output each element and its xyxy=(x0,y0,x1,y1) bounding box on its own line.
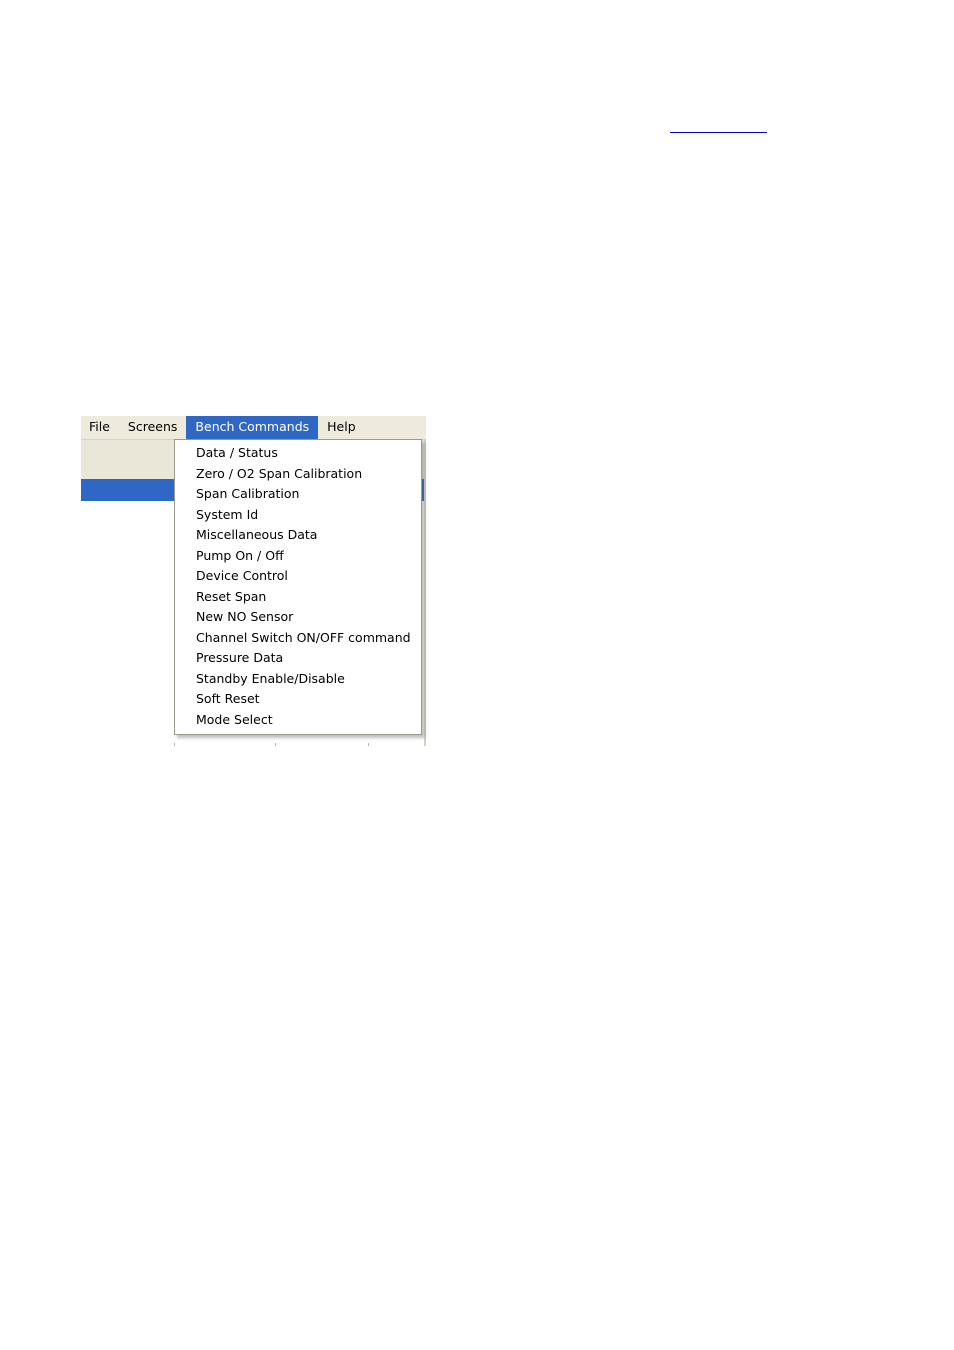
menu-item-miscellaneous-data[interactable]: Miscellaneous Data xyxy=(175,525,421,546)
document-page: File Screens Bench Commands Help Data / … xyxy=(0,0,954,1350)
client-area-right-edge xyxy=(424,440,426,746)
grid-column-separator xyxy=(275,743,276,746)
application-screenshot: File Screens Bench Commands Help Data / … xyxy=(81,416,426,746)
menu-bar: File Screens Bench Commands Help xyxy=(81,416,426,440)
menu-item-device-control[interactable]: Device Control xyxy=(175,566,421,587)
grid-column-separator xyxy=(368,743,369,746)
menu-bar-item-help[interactable]: Help xyxy=(318,416,365,439)
menu-item-standby-enable-disable[interactable]: Standby Enable/Disable xyxy=(175,669,421,690)
menu-item-zero-o2-span-calibration[interactable]: Zero / O2 Span Calibration xyxy=(175,464,421,485)
menu-item-system-id[interactable]: System Id xyxy=(175,505,421,526)
menu-item-pressure-data[interactable]: Pressure Data xyxy=(175,648,421,669)
menu-item-data-status[interactable]: Data / Status xyxy=(175,443,421,464)
bench-commands-dropdown: Data / Status Zero / O2 Span Calibration… xyxy=(174,439,422,735)
menu-item-new-no-sensor[interactable]: New NO Sensor xyxy=(175,607,421,628)
menu-bar-item-screens[interactable]: Screens xyxy=(119,416,187,439)
menu-item-soft-reset[interactable]: Soft Reset xyxy=(175,689,421,710)
menu-bar-item-bench-commands[interactable]: Bench Commands xyxy=(186,416,319,439)
menu-item-channel-switch-on-off-command[interactable]: Channel Switch ON/OFF command xyxy=(175,628,421,649)
grid-column-separator xyxy=(174,743,175,746)
document-hyperlink[interactable] xyxy=(670,118,767,133)
menu-item-mode-select[interactable]: Mode Select xyxy=(175,710,421,731)
menu-item-span-calibration[interactable]: Span Calibration xyxy=(175,484,421,505)
menu-bar-item-file[interactable]: File xyxy=(81,416,119,439)
menu-item-reset-span[interactable]: Reset Span xyxy=(175,587,421,608)
menu-item-pump-on-off[interactable]: Pump On / Off xyxy=(175,546,421,567)
